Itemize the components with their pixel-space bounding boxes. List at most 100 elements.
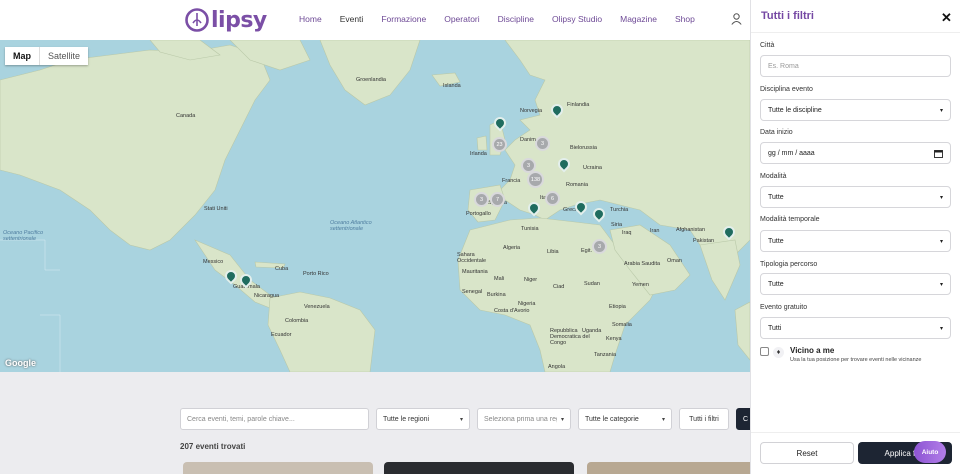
nav-operatori[interactable]: Operatori <box>444 14 479 24</box>
time-mode-select-value: Tutte <box>768 237 784 245</box>
mode-label: Modalità <box>760 173 787 180</box>
province-select-value: Seleziona prima una regione <box>484 415 557 423</box>
map-label: Venezuela <box>304 304 330 310</box>
path-type-select[interactable]: Tutte ▾ <box>760 273 951 295</box>
reset-button[interactable]: Reset <box>760 442 854 464</box>
olipsy-logo[interactable]: lipsy <box>184 6 267 34</box>
logo-mark-icon <box>185 8 209 32</box>
free-event-label: Evento gratuito <box>760 304 808 311</box>
map-label: Francia <box>502 178 521 184</box>
event-cluster[interactable]: 3 <box>535 136 550 151</box>
map-label: Pakistan <box>693 238 715 244</box>
map-label: Oman <box>667 258 682 264</box>
nav-discipline[interactable]: Discipline <box>498 14 534 24</box>
map-label: Somalia <box>612 322 632 328</box>
results-count: 207 eventi trovati <box>180 442 246 451</box>
date-input-value: gg / mm / aaaa <box>768 149 815 157</box>
map-label: Islanda <box>443 83 461 89</box>
map-label: Mauritania <box>462 269 488 275</box>
close-icon[interactable]: ✕ <box>941 10 952 26</box>
all-filters-button[interactable]: Tutti i filtri <box>679 408 729 430</box>
province-select[interactable]: Seleziona prima una regione ▾ <box>477 408 571 430</box>
map-label: Afghanistan <box>676 227 706 233</box>
event-cluster[interactable]: 3 <box>474 192 489 207</box>
date-label: Data inizio <box>760 129 793 136</box>
chevron-down-icon: ▾ <box>939 194 943 201</box>
discipline-select[interactable]: Tutte le discipline ▾ <box>760 99 951 121</box>
map-label: Algeria <box>503 245 521 251</box>
divider <box>751 32 960 33</box>
map-label: Angola <box>548 364 566 370</box>
map-label: Bielorussia <box>570 145 597 151</box>
date-input[interactable]: gg / mm / aaaa <box>760 142 951 164</box>
path-type-label: Tipologia percorso <box>760 261 818 268</box>
nav-formazione[interactable]: Formazione <box>381 14 426 24</box>
event-cluster[interactable]: 7 <box>490 192 505 207</box>
search-input[interactable]: Cerca eventi, temi, parole chiave... <box>180 408 369 430</box>
chevron-down-icon: ▾ <box>939 107 943 114</box>
map-label: Iraq <box>622 230 632 236</box>
event-card-image[interactable] <box>384 462 574 474</box>
panel-title: Tutti i filtri <box>761 10 814 22</box>
category-select-value: Tutte le categorie <box>585 415 639 423</box>
time-mode-label: Modalità temporale <box>760 216 820 223</box>
region-select-value: Tutte le regioni <box>383 415 430 423</box>
map-label: Costa d'Avorio <box>494 308 530 314</box>
event-card-image[interactable] <box>587 462 777 474</box>
logo-text: lipsy <box>211 7 267 33</box>
chevron-down-icon: ▾ <box>939 238 943 245</box>
map-label: Libia <box>547 249 559 255</box>
city-label: Città <box>760 42 775 49</box>
world-map-land <box>0 40 750 372</box>
site-header: lipsy Home Eventi Formazione Operatori D… <box>0 0 750 40</box>
map-label: Yemen <box>632 282 649 288</box>
near-me-checkbox[interactable] <box>760 347 769 356</box>
map-label: Nigeria <box>518 301 536 307</box>
nav-olipsy-studio[interactable]: Olipsy Studio <box>552 14 602 24</box>
near-me-description: Usa la tua posizione per trovare eventi … <box>790 357 922 363</box>
map-label: Senegal <box>462 289 483 295</box>
map-type-map-button[interactable]: Map <box>5 47 39 65</box>
nav-home[interactable]: Home <box>299 14 322 24</box>
event-cluster[interactable]: 6 <box>545 191 560 206</box>
user-icon[interactable] <box>731 13 742 25</box>
map-label: Ciad <box>553 284 565 290</box>
calendar-icon[interactable] <box>934 149 943 158</box>
map-label: Porto Rico <box>303 271 329 277</box>
region-select[interactable]: Tutte le regioni ▾ <box>376 408 470 430</box>
main-nav: Home Eventi Formazione Operatori Discipl… <box>299 14 713 24</box>
event-cluster[interactable]: 3 <box>592 239 607 254</box>
path-type-select-value: Tutte <box>768 280 784 288</box>
map-label: Colombia <box>285 318 309 324</box>
help-button[interactable]: Aiuto <box>914 441 946 463</box>
map-label: Niger <box>524 277 538 283</box>
mode-select[interactable]: Tutte ▾ <box>760 186 951 208</box>
filters-panel: Tutti i filtri ✕ Città Es. Roma Discipli… <box>750 0 960 474</box>
event-cluster[interactable]: 23 <box>492 137 507 152</box>
map-label: Messico <box>203 259 224 265</box>
map-label: Groenlandia <box>356 77 386 83</box>
nav-eventi[interactable]: Eventi <box>340 14 364 24</box>
city-input[interactable]: Es. Roma <box>760 55 951 77</box>
map-label: Canada <box>176 113 196 119</box>
chevron-down-icon: ▾ <box>459 416 463 423</box>
chevron-down-icon: ▾ <box>939 281 943 288</box>
nav-magazine[interactable]: Magazine <box>620 14 657 24</box>
map-label: Oceano Atlantico settentrionale <box>330 220 372 232</box>
map-label: Stati Uniti <box>204 206 228 212</box>
nav-shop[interactable]: Shop <box>675 14 695 24</box>
free-event-select[interactable]: Tutti ▾ <box>760 317 951 339</box>
events-map[interactable]: Map Satellite Groenlandia Islanda Canada… <box>0 40 750 372</box>
map-label: Repubblica Democratica del Congo <box>550 328 590 346</box>
map-label: Siria <box>611 222 623 228</box>
map-label: Portogallo <box>466 211 491 217</box>
map-type-satellite-button[interactable]: Satellite <box>39 47 88 65</box>
time-mode-select[interactable]: Tutte ▾ <box>760 230 951 252</box>
map-label: Sahara Occidentale <box>457 252 487 264</box>
event-cluster[interactable]: 138 <box>527 171 544 188</box>
event-card-image[interactable] <box>183 462 373 474</box>
map-label: Finlandia <box>567 102 590 108</box>
map-label: Turchia <box>610 207 629 213</box>
map-label: Egit. <box>581 248 593 254</box>
category-select[interactable]: Tutte le categorie ▾ <box>578 408 672 430</box>
